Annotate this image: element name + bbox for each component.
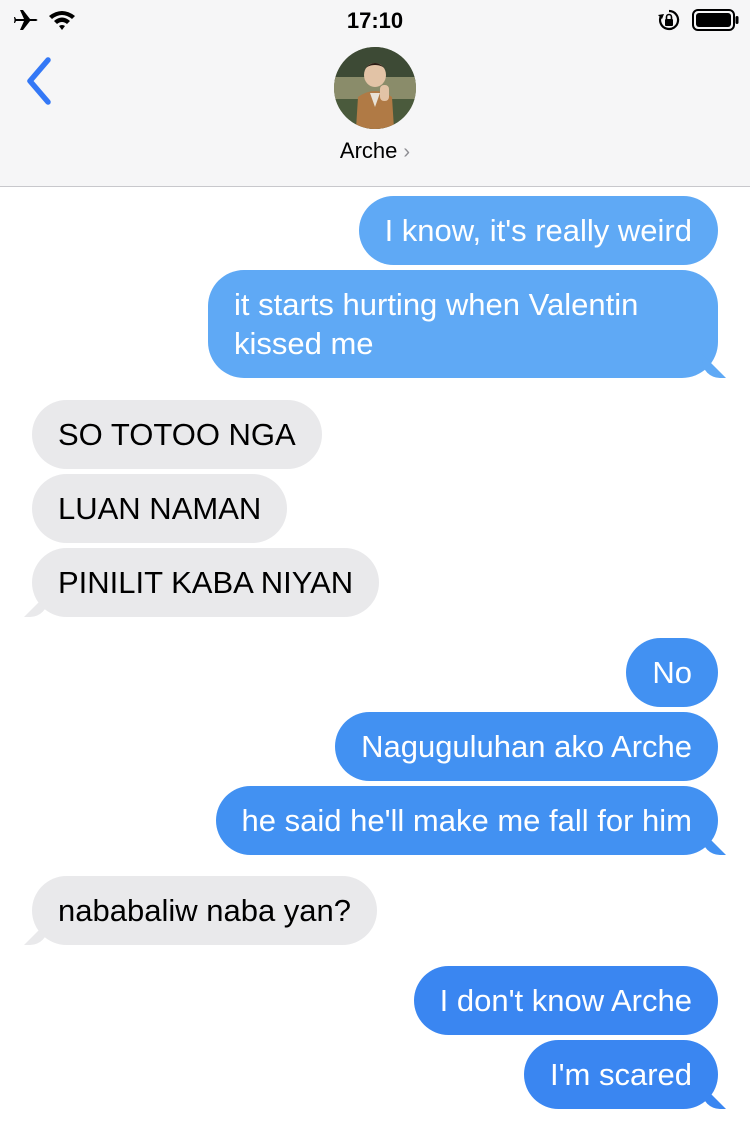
contact-avatar[interactable] xyxy=(334,47,416,129)
message-bubble-incoming[interactable]: nababaliw naba yan? xyxy=(32,876,378,945)
message-bubble-outgoing[interactable]: it starts hurting when Valentin kissed m… xyxy=(208,270,718,378)
message-bubble-incoming[interactable]: SO TOTOO NGA xyxy=(32,400,322,469)
battery-icon xyxy=(692,9,739,31)
chevron-right-icon: › xyxy=(403,141,411,163)
back-chevron-icon[interactable] xyxy=(18,54,58,108)
contact-name: Arche xyxy=(339,138,398,163)
message-bubble-outgoing[interactable]: No xyxy=(626,638,718,707)
message-bubble-outgoing[interactable]: I know, it's really weird xyxy=(358,196,718,265)
conversation-header: 17:10 Arche › xyxy=(0,0,750,187)
message-bubble-incoming[interactable]: PINILIT KABA NIYAN xyxy=(32,548,380,617)
contact-name-button[interactable]: Arche › xyxy=(0,138,750,164)
message-bubble-outgoing[interactable]: he said he'll make me fall for him xyxy=(215,786,718,855)
message-bubble-incoming[interactable]: LUAN NAMAN xyxy=(32,474,288,543)
orientation-lock-icon xyxy=(658,9,680,31)
status-time: 17:10 xyxy=(346,8,404,33)
status-bar: 17:10 xyxy=(0,0,750,40)
message-bubble-outgoing[interactable]: I'm scared xyxy=(523,1040,718,1109)
message-bubble-outgoing[interactable]: I don't know Arche xyxy=(413,966,718,1035)
message-bubble-outgoing[interactable]: Naguguluhan ako Arche xyxy=(335,712,718,781)
